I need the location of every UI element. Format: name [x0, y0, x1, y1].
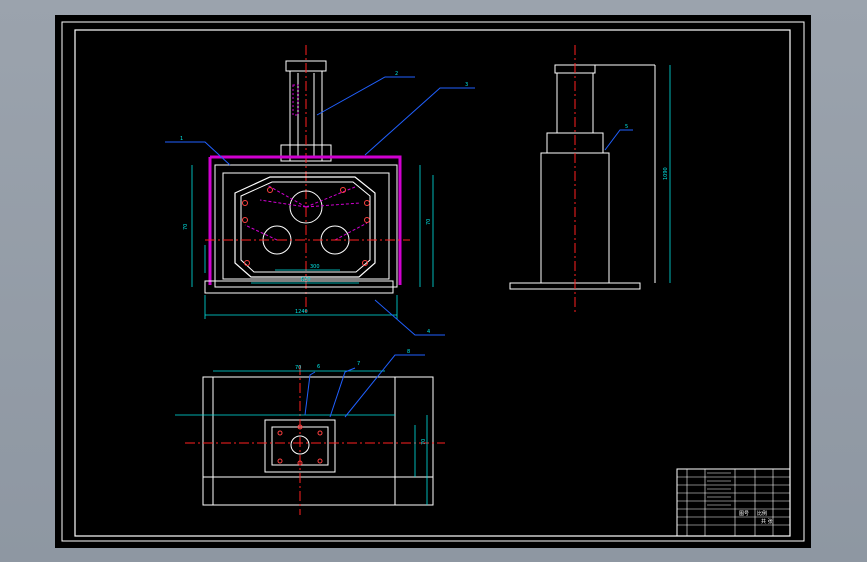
cylinder-inner-hatch	[292, 84, 299, 116]
callout-8: 8	[407, 349, 410, 355]
front-left-height-dim: 70	[183, 224, 189, 230]
title-sheet-count: 共 张	[761, 518, 773, 525]
front-inner-dim: 620	[301, 277, 311, 283]
side-view[interactable]: 1090 5	[509, 45, 671, 315]
title-sheet-label: 图号	[739, 511, 749, 517]
callout-3: 3	[465, 82, 468, 88]
front-view[interactable]: 1240 620 300 70 70 1 2 3 4	[165, 45, 475, 336]
side-height-dim: 1090	[663, 167, 669, 180]
callout-1: 1	[180, 136, 183, 142]
top-outer	[202, 376, 434, 506]
top-depth-dim: 70	[421, 439, 427, 445]
front-right-height-dim: 70	[426, 219, 432, 225]
top-view[interactable]: 70 70 6 7 8	[175, 349, 445, 515]
gearbox-housing	[234, 176, 376, 278]
top-width-dim: 70	[295, 365, 301, 371]
cad-viewport[interactable]: 1240 620 300 70 70 1 2 3 4 1090 5 70 70 …	[55, 15, 811, 548]
callout-5: 5	[625, 124, 628, 130]
side-leader-5	[604, 129, 633, 151]
title-block-grid	[677, 469, 790, 536]
assembly-drawing: 1240 620 300 70 70 1 2 3 4 1090 5 70 70 …	[61, 21, 805, 542]
top-leaders	[304, 354, 425, 418]
front-width-dim: 1240	[295, 309, 308, 315]
callout-4: 4	[427, 329, 430, 335]
callout-6: 6	[317, 364, 320, 370]
front-300-dim: 300	[310, 264, 320, 270]
title-block-scribbles	[707, 472, 731, 506]
title-scale-label: 比例	[757, 510, 767, 517]
callout-7: 7	[357, 361, 360, 367]
title-block[interactable]: 图号 比例 共 张	[676, 468, 791, 537]
callout-2: 2	[395, 71, 398, 77]
